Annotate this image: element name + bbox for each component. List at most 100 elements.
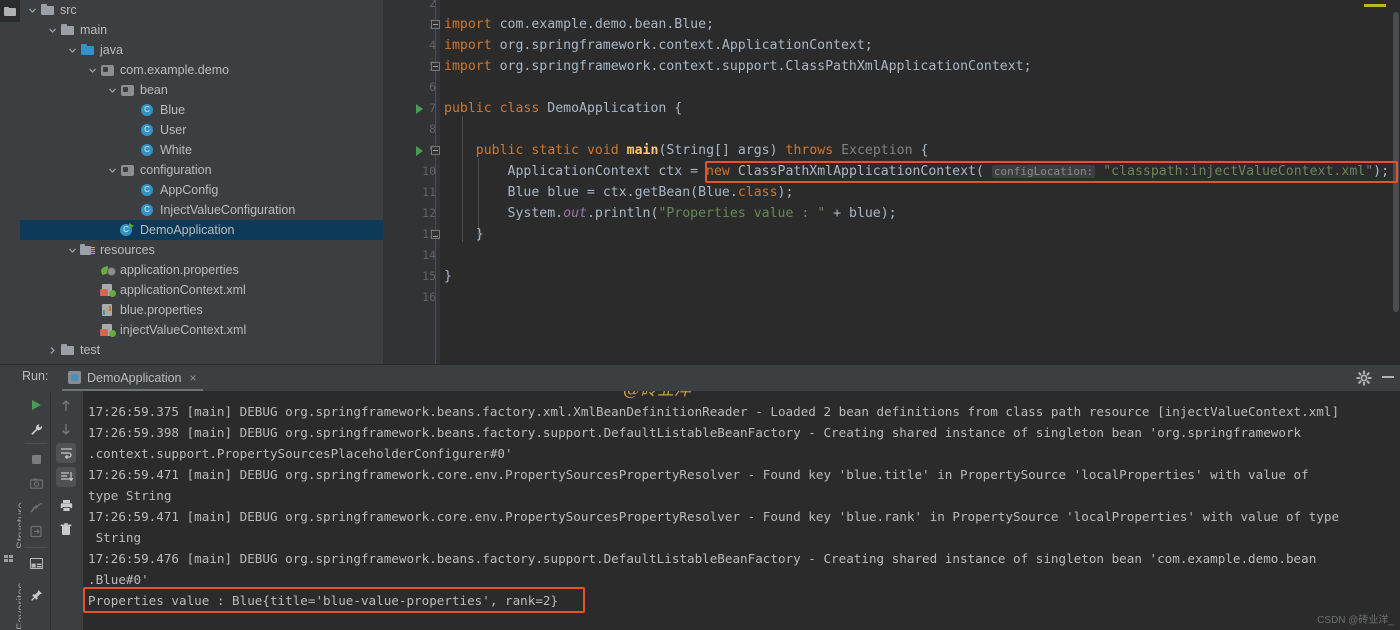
tree-item-main[interactable]: main	[20, 20, 383, 40]
scroll-up-icon[interactable]	[56, 395, 76, 415]
run-toolbar-primary	[21, 391, 51, 630]
code-line-13[interactable]: }	[444, 224, 484, 245]
tree-item-blue[interactable]: Blue	[20, 100, 383, 120]
code-line-12[interactable]: System.out.println("Properties value : "…	[444, 203, 897, 224]
layout-icon[interactable]	[26, 553, 46, 573]
minimize-icon[interactable]	[1382, 376, 1394, 378]
editor-scrollbar-thumb[interactable]	[1393, 12, 1399, 312]
package-icon	[119, 162, 136, 178]
run-gutter-icon[interactable]	[416, 104, 423, 114]
tree-item-injectvalueconfiguration[interactable]: InjectValueConfiguration	[20, 200, 383, 220]
line-number: 14	[396, 245, 436, 266]
code-line-15[interactable]: }	[444, 266, 452, 287]
run-tab-demoapplication[interactable]: DemoApplication ×	[62, 366, 203, 391]
thread-dump-icon[interactable]	[26, 497, 46, 517]
folder-icon	[39, 2, 56, 18]
editor-code-area[interactable]: import com.example.demo.bean.Blue;import…	[440, 0, 1400, 364]
console-output[interactable]: @砖业洋 CSDN @砖业洋_ 17:26:59.375 [main] DEBU…	[83, 391, 1400, 630]
scroll-down-icon[interactable]	[56, 419, 76, 439]
tree-item-label: com.example.demo	[120, 60, 229, 80]
chevron-down-icon[interactable]	[106, 166, 119, 175]
code-line-10[interactable]: ApplicationContext ctx = new ClassPathXm…	[444, 161, 1389, 182]
run-toolbar-secondary	[51, 391, 83, 630]
code-line-7[interactable]: public class DemoApplication {	[444, 98, 682, 119]
chevron-down-icon[interactable]	[86, 66, 99, 75]
tree-item-label: DemoApplication	[140, 220, 235, 240]
resources-folder-icon	[79, 242, 96, 258]
code-line-4[interactable]: import org.springframework.context.Appli…	[444, 35, 873, 56]
line-number: 11	[396, 182, 436, 203]
restore-layout-icon[interactable]	[26, 521, 46, 541]
console-line: .Blue#0'	[88, 569, 149, 590]
tree-item-application-properties[interactable]: application.properties	[20, 260, 383, 280]
fold-collapse-icon[interactable]	[431, 146, 440, 155]
tree-item-com-example-demo[interactable]: com.example.demo	[20, 60, 383, 80]
console-line: 17:26:59.375 [main] DEBUG org.springfram…	[88, 401, 1339, 422]
tree-item-blue-properties[interactable]: blue.properties	[20, 300, 383, 320]
spring-xml-icon	[99, 282, 116, 298]
chevron-down-icon[interactable]	[66, 46, 79, 55]
editor-gutter[interactable]: 2345678910111213141516	[383, 0, 440, 364]
structure-icon	[4, 555, 13, 562]
chevron-down-icon[interactable]	[46, 26, 59, 35]
soft-wrap-icon[interactable]	[56, 443, 76, 463]
console-line: 17:26:59.398 [main] DEBUG org.springfram…	[88, 422, 1301, 443]
editor-scrollbar[interactable]	[1388, 0, 1400, 364]
project-tool-button[interactable]	[0, 0, 20, 22]
fold-collapse-icon[interactable]	[431, 62, 440, 71]
tree-item-label: java	[100, 40, 123, 60]
tree-item-appconfig[interactable]: AppConfig	[20, 180, 383, 200]
rerun-play-icon[interactable]	[26, 395, 46, 415]
scroll-to-end-icon[interactable]	[56, 467, 76, 487]
toolbar-separator	[25, 443, 47, 444]
pin-icon[interactable]	[26, 585, 46, 605]
project-tree-panel[interactable]: srcmainjavacom.example.demobeanBlueUserW…	[20, 0, 383, 364]
tree-item-label: Blue	[160, 100, 185, 120]
java-class-icon	[139, 142, 156, 158]
settings-gear-icon[interactable]	[1356, 370, 1372, 386]
tree-item-java[interactable]: java	[20, 40, 383, 60]
chevron-right-icon[interactable]	[46, 346, 59, 355]
tree-item-resources[interactable]: resources	[20, 240, 383, 260]
watermark-text: @砖业洋	[623, 391, 691, 400]
wrench-icon[interactable]	[26, 419, 46, 439]
tree-item-user[interactable]: User	[20, 120, 383, 140]
code-line-5[interactable]: import org.springframework.context.suppo…	[444, 56, 1032, 77]
tree-item-demoapplication[interactable]: DemoApplication	[20, 220, 383, 240]
chevron-down-icon[interactable]	[106, 86, 119, 95]
line-number: 10	[396, 161, 436, 182]
camera-icon[interactable]	[26, 473, 46, 493]
fold-collapse-icon[interactable]	[431, 20, 440, 29]
vertical-tool-tabs: Structure Favorites	[0, 391, 21, 630]
line-number: 13	[396, 224, 436, 245]
java-class-icon	[139, 122, 156, 138]
left-tool-strip	[0, 0, 20, 364]
line-number: 8	[396, 119, 436, 140]
tree-item-test[interactable]: test	[20, 340, 383, 360]
tree-item-label: test	[80, 340, 100, 360]
print-icon[interactable]	[56, 495, 76, 515]
run-gutter-icon[interactable]	[416, 146, 423, 156]
stop-icon[interactable]	[26, 449, 46, 469]
code-line-3[interactable]: import com.example.demo.bean.Blue;	[444, 14, 714, 35]
trash-icon[interactable]	[56, 519, 76, 539]
chevron-down-icon[interactable]	[26, 6, 39, 15]
spring-properties-icon	[99, 262, 116, 278]
close-icon[interactable]: ×	[190, 371, 197, 385]
tree-item-white[interactable]: White	[20, 140, 383, 160]
code-line-9[interactable]: public static void main(String[] args) t…	[444, 140, 928, 161]
tree-item-src[interactable]: src	[20, 0, 383, 20]
tree-item-injectvaluecontext-xml[interactable]: injectValueContext.xml	[20, 320, 383, 340]
chevron-down-icon[interactable]	[66, 246, 79, 255]
csdn-watermark: CSDN @砖业洋_	[1317, 611, 1394, 626]
editor-warning-stripe[interactable]	[1364, 4, 1386, 7]
fold-end-icon[interactable]	[431, 230, 440, 239]
tree-item-applicationcontext-xml[interactable]: applicationContext.xml	[20, 280, 383, 300]
tree-item-bean[interactable]: bean	[20, 80, 383, 100]
line-number: 3	[396, 14, 436, 35]
code-editor[interactable]: 2345678910111213141516 import com.exampl…	[383, 0, 1400, 364]
code-line-11[interactable]: Blue blue = ctx.getBean(Blue.class);	[444, 182, 793, 203]
tree-item-configuration[interactable]: configuration	[20, 160, 383, 180]
console-line: type String	[88, 485, 171, 506]
package-icon	[119, 82, 136, 98]
